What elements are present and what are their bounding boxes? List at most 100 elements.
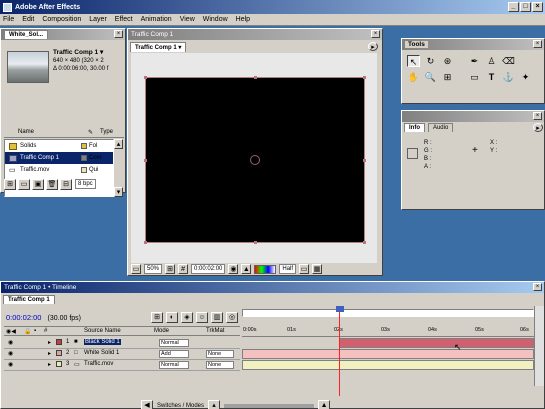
timeline-graph[interactable]: 0:00s 01s 02s 03s 04s 05s 06s ↖ — [242, 304, 534, 396]
puppet-tool-icon[interactable]: ✦ — [519, 71, 532, 83]
layer-label-color[interactable] — [56, 361, 62, 367]
bounding-handle[interactable] — [254, 76, 257, 79]
tools-close-button[interactable]: × — [533, 40, 542, 48]
bpc-toggle[interactable]: 8 bpc — [75, 179, 96, 189]
menu-view[interactable]: View — [180, 16, 195, 23]
label-col-icon[interactable]: ▪ — [34, 328, 36, 334]
delete-icon[interactable]: 🗑 — [46, 179, 58, 190]
draft-3d-icon[interactable]: ◈ — [181, 312, 193, 323]
bounding-handle[interactable] — [144, 241, 147, 244]
anchor-point-icon[interactable] — [250, 155, 260, 165]
menu-effect[interactable]: Effect — [115, 16, 133, 23]
visibility-icon[interactable]: ◉ — [8, 350, 13, 357]
work-area-bar[interactable] — [242, 309, 534, 317]
trkmat-header[interactable]: TrkMat — [206, 328, 224, 334]
comp-canvas[interactable] — [145, 77, 365, 243]
bounding-handle[interactable] — [363, 159, 366, 162]
selected-item-name[interactable]: Traffic Comp 1 ▾ — [53, 49, 108, 57]
tools-tab[interactable]: Tools — [405, 41, 428, 48]
safe-margins-icon[interactable]: ⊞ — [165, 264, 176, 274]
comp-menu-icon[interactable]: ▸ — [368, 42, 378, 51]
timeline-tab[interactable]: Traffic Comp 1 — [3, 295, 55, 304]
bounding-handle[interactable] — [363, 241, 366, 244]
layer-number-icon[interactable]: # — [44, 328, 47, 334]
toggle-switches-icon[interactable]: ◀ — [141, 400, 153, 409]
always-preview-icon[interactable]: ▭ — [131, 264, 141, 274]
layer-label-color[interactable] — [56, 339, 62, 345]
zoom-dropdown[interactable]: 50% — [144, 264, 163, 274]
label-color-swatch[interactable] — [81, 143, 87, 149]
menu-edit[interactable]: Edit — [22, 16, 34, 23]
transparency-grid-icon[interactable]: ▦ — [312, 264, 323, 274]
project-item[interactable]: Traffic Comp 1 Com — [5, 152, 113, 164]
bounding-handle[interactable] — [144, 159, 147, 162]
bounding-handle[interactable] — [254, 241, 257, 244]
menu-file[interactable]: File — [3, 16, 14, 23]
resolution-dropdown[interactable]: Half — [279, 264, 297, 274]
project-tab[interactable]: White_Sol... — [4, 30, 49, 39]
project-item[interactable]: ▭ Traffic.mov Qui — [5, 164, 113, 176]
timeline-current-time[interactable]: 0:00:02:00 (30.00 fps) — [6, 313, 81, 322]
timeline-layer-row[interactable]: ◉ ▸ 3 ▭ Traffic.mov Normal None — [4, 360, 240, 371]
timeline-scrollbar[interactable] — [534, 306, 544, 386]
expand-triangle-icon[interactable]: ▸ — [48, 361, 51, 368]
mode-header[interactable]: Mode — [154, 328, 169, 334]
layer-label-color[interactable] — [56, 350, 62, 356]
switches-modes-toggle[interactable]: Switches / Modes — [157, 403, 204, 409]
import-icon[interactable]: ⊟ — [60, 179, 72, 190]
project-scroll-down[interactable]: ▾ — [114, 187, 123, 197]
current-time-indicator[interactable] — [339, 309, 340, 396]
zoom-out-icon[interactable]: ▴ — [208, 400, 221, 409]
menu-help[interactable]: Help — [236, 16, 250, 23]
comp-close-button[interactable]: × — [371, 30, 380, 38]
project-close-button[interactable]: × — [114, 30, 123, 38]
brush-tool-icon[interactable]: ♙ — [485, 55, 498, 67]
col-name-header[interactable]: Name — [18, 129, 34, 135]
show-snapshot-icon[interactable]: ▲ — [241, 264, 252, 274]
visibility-icon[interactable]: ◉ — [8, 361, 13, 368]
source-name-header[interactable]: Source Name — [84, 328, 121, 334]
maximize-button[interactable]: □ — [520, 2, 531, 12]
layer-name[interactable]: White Solid 1 — [84, 350, 119, 356]
lock-icon[interactable]: 🔒 — [24, 328, 31, 335]
current-time-field[interactable]: 0:00:02:00 — [191, 264, 226, 274]
new-folder-icon[interactable]: ▭ — [18, 179, 30, 190]
pan-behind-tool-icon[interactable]: ⊞ — [441, 71, 454, 83]
frame-blending-icon[interactable]: ▥ — [211, 312, 223, 323]
shy-layers-icon[interactable]: ☺ — [196, 312, 208, 323]
eraser-tool-icon[interactable]: ⌫ — [502, 55, 515, 67]
timeline-close-button[interactable]: × — [533, 283, 542, 291]
comp-mini-flowchart-icon[interactable]: ⊞ — [151, 312, 163, 323]
menu-animation[interactable]: Animation — [141, 16, 172, 23]
live-update-icon[interactable]: ◐ — [166, 312, 178, 323]
menu-composition[interactable]: Composition — [42, 16, 81, 23]
rotate-tool-icon[interactable]: ↻ — [424, 55, 437, 67]
menu-window[interactable]: Window — [203, 16, 228, 23]
blend-mode-dropdown[interactable]: Add — [159, 350, 189, 358]
info-close-button[interactable]: × — [533, 112, 542, 120]
expand-triangle-icon[interactable]: ▸ — [48, 350, 51, 357]
zoom-tool-icon[interactable]: 🔍 — [424, 71, 437, 83]
label-color-swatch[interactable] — [81, 167, 87, 173]
blend-mode-dropdown[interactable]: Normal — [159, 339, 189, 347]
minimize-button[interactable]: _ — [508, 2, 519, 12]
menu-layer[interactable]: Layer — [89, 16, 107, 23]
project-item[interactable]: Solids Fol — [5, 140, 113, 152]
visibility-icon[interactable]: ◉ — [8, 339, 13, 346]
comp-viewer[interactable] — [131, 53, 377, 263]
track-matte-dropdown[interactable]: None — [206, 361, 234, 369]
new-comp-icon[interactable]: ▣ — [32, 179, 44, 190]
timeline-layer-row[interactable]: ◉ ▸ 2 □ White Solid 1 Add None — [4, 349, 240, 360]
close-button[interactable]: × — [532, 2, 543, 12]
layer-duration-bar[interactable] — [339, 338, 534, 348]
expand-triangle-icon[interactable]: ▸ — [48, 339, 51, 346]
layer-duration-bar[interactable] — [242, 349, 534, 359]
grid-icon[interactable]: # — [178, 264, 189, 274]
type-tool-icon[interactable]: T — [485, 71, 498, 83]
selection-tool-icon[interactable]: ↖ — [407, 55, 420, 67]
orbit-camera-tool-icon[interactable]: ⊛ — [441, 55, 454, 67]
hand-tool-icon[interactable]: ✋ — [407, 71, 420, 83]
track-matte-dropdown[interactable]: None — [206, 350, 234, 358]
info-menu-icon[interactable]: ▸ — [533, 123, 543, 132]
label-col-icon[interactable]: ✎ — [88, 129, 93, 136]
